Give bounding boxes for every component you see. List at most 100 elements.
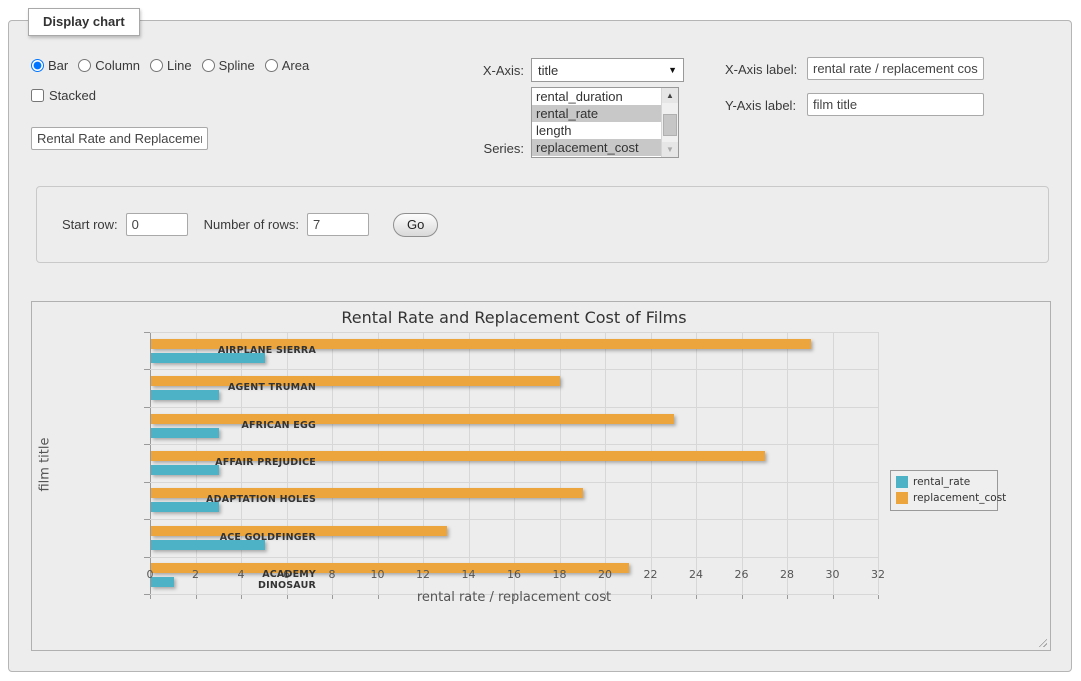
x-axis-select[interactable]: title ▼ <box>531 58 684 82</box>
y-tick <box>144 519 150 520</box>
x-gridline <box>196 332 197 594</box>
x-tick-label: 16 <box>499 568 529 581</box>
num-rows-label: Number of rows: <box>204 217 299 232</box>
chart-type-bar[interactable]: Bar <box>31 58 68 73</box>
chart-type-spline[interactable]: Spline <box>202 58 255 73</box>
x-gridline <box>469 332 470 594</box>
y-tick <box>144 482 150 483</box>
x-tick-label: 28 <box>772 568 802 581</box>
series-listbox[interactable]: rental_durationrental_ratelengthreplacem… <box>531 87 679 158</box>
chart-title-input[interactable] <box>31 127 208 150</box>
start-row-label: Start row: <box>62 217 118 232</box>
y-tick <box>144 557 150 558</box>
series-option-length[interactable]: length <box>532 122 661 139</box>
chart-type-label: Bar <box>48 58 68 73</box>
series-select-label: Series: <box>484 141 524 156</box>
chevron-down-icon: ▼ <box>668 65 677 75</box>
y-tick <box>144 332 150 333</box>
legend-item-replacement_cost[interactable]: replacement_cost <box>896 490 991 506</box>
scroll-down-icon[interactable]: ▼ <box>662 142 678 157</box>
x-gridline <box>514 332 515 594</box>
chart-title: Rental Rate and Replacement Cost of Film… <box>150 308 878 327</box>
display-chart-legend: Display chart <box>28 8 140 36</box>
x-tick-label: 12 <box>408 568 438 581</box>
y-gridline <box>150 444 878 445</box>
chart-type-radio-bar[interactable] <box>31 59 44 72</box>
scrollbar-thumb[interactable] <box>663 114 677 136</box>
x-tick-label: 0 <box>135 568 165 581</box>
chart-legend: rental_rate replacement_cost <box>890 470 998 511</box>
scroll-up-icon[interactable]: ▲ <box>662 88 678 103</box>
series-option-rental_rate[interactable]: rental_rate <box>532 105 661 122</box>
chart-type-radio-column[interactable] <box>78 59 91 72</box>
category-label: AIRPLANE SIERRA <box>206 345 316 356</box>
x-gridline <box>787 332 788 594</box>
x-axis-title: rental rate / replacement cost <box>150 590 878 605</box>
x-tick-label: 10 <box>363 568 393 581</box>
legend-swatch <box>896 492 908 504</box>
x-tick-label: 22 <box>636 568 666 581</box>
y-gridline <box>150 557 878 558</box>
x-gridline <box>742 332 743 594</box>
legend-item-rental_rate[interactable]: rental_rate <box>896 474 991 490</box>
x-tick-label: 30 <box>818 568 848 581</box>
x-gridline <box>423 332 424 594</box>
x-axis-label-label: X-Axis label: <box>725 62 797 77</box>
chart-type-radio-line[interactable] <box>150 59 163 72</box>
chart-type-column[interactable]: Column <box>78 58 140 73</box>
series-option-rental_duration[interactable]: rental_duration <box>532 88 661 105</box>
chart-type-label: Column <box>95 58 140 73</box>
x-gridline <box>605 332 606 594</box>
x-tick-label: 26 <box>727 568 757 581</box>
chart-type-label: Area <box>282 58 309 73</box>
go-button[interactable]: Go <box>393 213 438 237</box>
display-chart-panel: Bar Column Line Spline Area Stacked X-Ax… <box>8 20 1072 672</box>
x-gridline <box>560 332 561 594</box>
start-row-input[interactable] <box>126 213 188 236</box>
y-tick <box>144 369 150 370</box>
resize-grip-icon[interactable] <box>1036 636 1047 647</box>
chart-type-line[interactable]: Line <box>150 58 192 73</box>
chart-type-radio-group: Bar Column Line Spline Area <box>31 58 309 73</box>
stacked-checkbox[interactable] <box>31 89 44 102</box>
y-gridline <box>150 407 878 408</box>
chart-type-radio-spline[interactable] <box>202 59 215 72</box>
chart-type-area[interactable]: Area <box>265 58 309 73</box>
legend-label: replacement_cost <box>913 492 1006 504</box>
category-label: AFRICAN EGG <box>206 420 316 431</box>
row-range-panel: Start row: Number of rows: Go <box>36 186 1049 263</box>
y-axis-label-input[interactable] <box>807 93 984 116</box>
series-options: rental_durationrental_ratelengthreplacem… <box>532 88 661 157</box>
chart-type-label: Spline <box>219 58 255 73</box>
legend-swatch <box>896 476 908 488</box>
y-tick <box>144 407 150 408</box>
category-label: ACE GOLDFINGER <box>206 532 316 543</box>
category-label: AFFAIR PREJUDICE <box>206 457 316 468</box>
y-gridline <box>150 369 878 370</box>
chart-type-radio-area[interactable] <box>265 59 278 72</box>
series-option-replacement_cost[interactable]: replacement_cost <box>532 139 661 156</box>
x-tick-label: 32 <box>863 568 893 581</box>
x-gridline <box>833 332 834 594</box>
x-gridline <box>878 332 879 594</box>
x-gridline <box>651 332 652 594</box>
x-tick-label: 18 <box>545 568 575 581</box>
x-axis-selected-value: title <box>538 63 558 78</box>
y-axis-title: film title <box>38 415 53 515</box>
stacked-label: Stacked <box>49 88 96 103</box>
y-axis-line <box>150 332 151 594</box>
category-label: ADAPTATION HOLES <box>206 494 316 505</box>
legend-label: rental_rate <box>913 476 970 488</box>
y-gridline <box>150 482 878 483</box>
category-label: ACADEMY DINOSAUR <box>206 569 316 591</box>
x-axis-label-input[interactable] <box>807 57 984 80</box>
x-gridline <box>696 332 697 594</box>
num-rows-input[interactable] <box>307 213 369 236</box>
x-tick-label: 24 <box>681 568 711 581</box>
x-tick <box>878 595 879 599</box>
x-gridline <box>378 332 379 594</box>
chart-container: Rental Rate and Replacement Cost of Film… <box>31 301 1051 651</box>
category-label: AGENT TRUMAN <box>206 382 316 393</box>
stacked-option[interactable]: Stacked <box>31 88 96 103</box>
series-scrollbar[interactable]: ▲ ▼ <box>661 88 678 157</box>
